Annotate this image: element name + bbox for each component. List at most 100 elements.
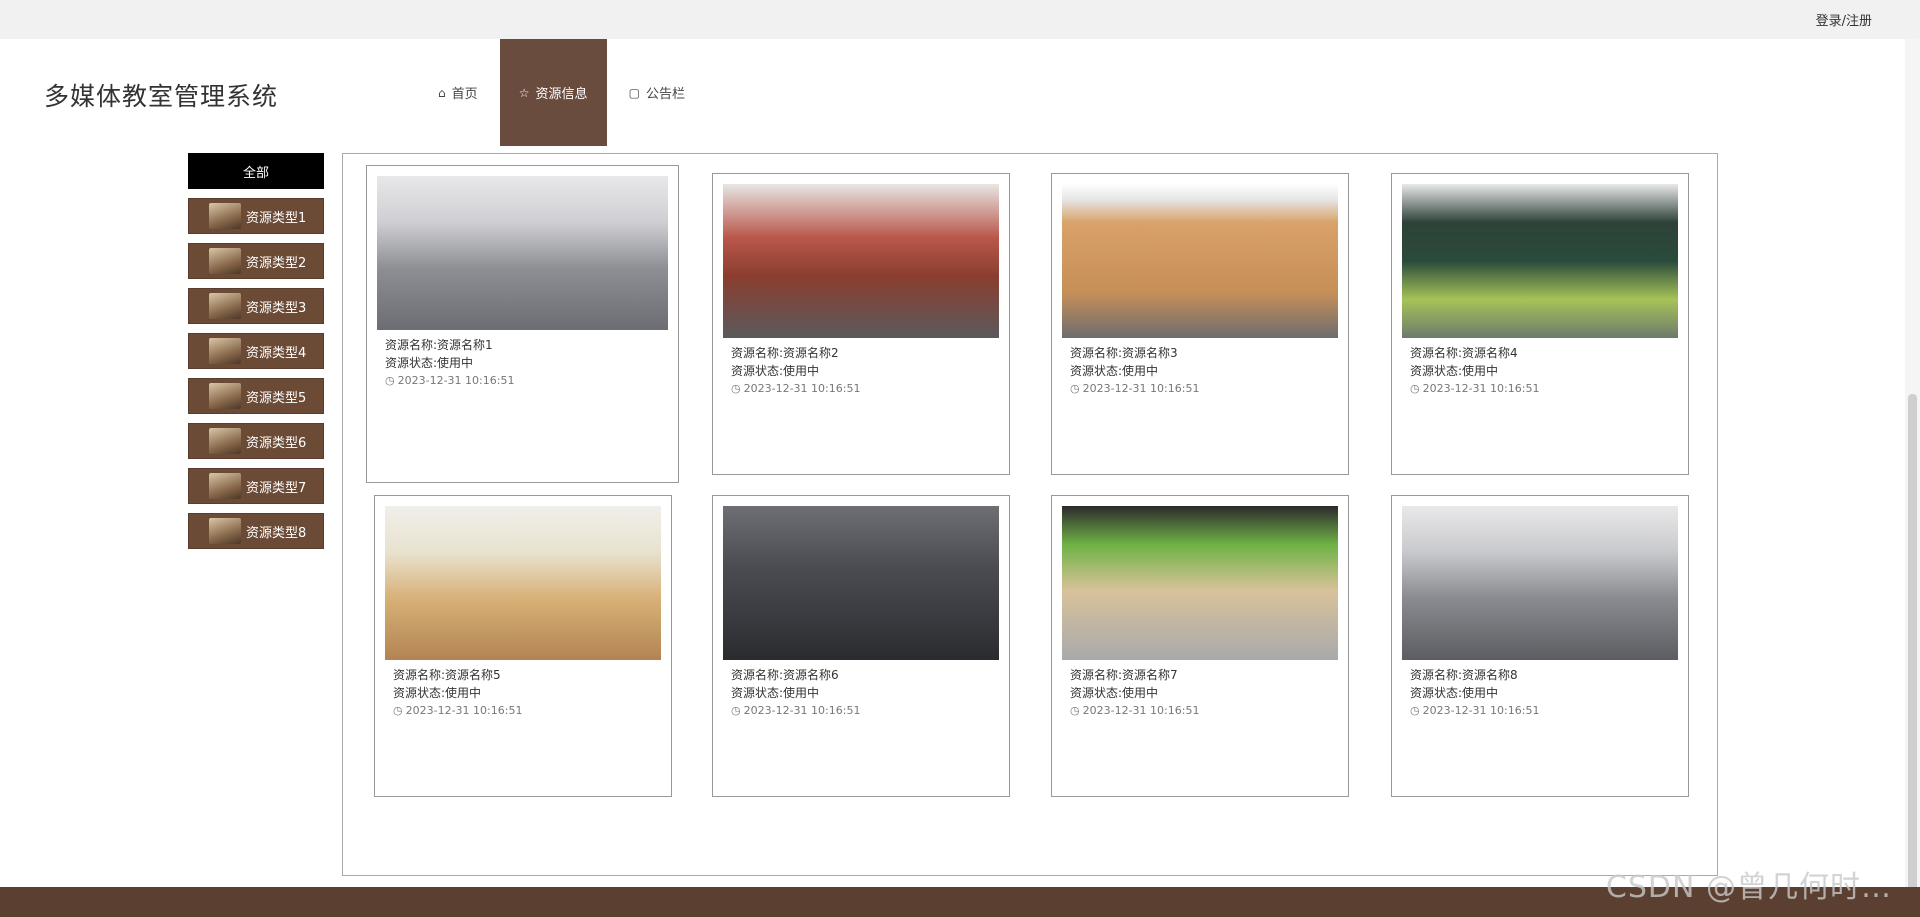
resource-image bbox=[1062, 506, 1338, 660]
resource-time: ◷ 2023-12-31 10:16:51 bbox=[385, 374, 514, 387]
clock-icon: ◷ bbox=[1070, 382, 1080, 395]
clock-icon: ◷ bbox=[1410, 382, 1420, 395]
main-nav: ⌂ 首页 ☆ 资源信息 ▢ 公告栏 bbox=[416, 39, 707, 146]
category-7[interactable]: 资源类型7 bbox=[188, 468, 324, 504]
category-label: 资源类型6 bbox=[246, 435, 307, 451]
category-4[interactable]: 资源类型4 bbox=[188, 333, 324, 369]
resource-card-1[interactable]: 资源名称:资源名称1 资源状态:使用中 ◷ 2023-12-31 10:16:51 bbox=[366, 165, 679, 483]
clock-icon: ◷ bbox=[731, 382, 741, 395]
resource-time: ◷ 2023-12-31 10:16:51 bbox=[1410, 382, 1539, 395]
category-label: 资源类型4 bbox=[246, 345, 307, 361]
resource-image bbox=[377, 176, 668, 330]
nav-home[interactable]: ⌂ 首页 bbox=[416, 39, 500, 146]
star-icon: ☆ bbox=[518, 85, 530, 100]
resource-image bbox=[1062, 184, 1338, 338]
category-1[interactable]: 资源类型1 bbox=[188, 198, 324, 234]
category-label: 资源类型7 bbox=[246, 480, 307, 496]
clock-icon: ◷ bbox=[1070, 704, 1080, 717]
clock-icon: ◷ bbox=[1410, 704, 1420, 717]
resource-card-3[interactable]: 资源名称:资源名称3 资源状态:使用中 ◷ 2023-12-31 10:16:51 bbox=[1051, 173, 1349, 475]
resource-image bbox=[1402, 184, 1678, 338]
resource-time: ◷ 2023-12-31 10:16:51 bbox=[1070, 704, 1199, 717]
resource-name: 资源名称:资源名称6 bbox=[731, 668, 839, 682]
nav-resources-label: 资源信息 bbox=[535, 87, 588, 102]
category-8[interactable]: 资源类型8 bbox=[188, 513, 324, 549]
resource-status: 资源状态:使用中 bbox=[1410, 364, 1499, 378]
category-thumbnail bbox=[209, 518, 241, 544]
category-label: 资源类型5 bbox=[246, 390, 307, 406]
clock-icon: ◷ bbox=[393, 704, 403, 717]
resource-name: 资源名称:资源名称8 bbox=[1410, 668, 1518, 682]
category-5[interactable]: 资源类型5 bbox=[188, 378, 324, 414]
nav-resources[interactable]: ☆ 资源信息 bbox=[499, 39, 607, 146]
resource-time-value: 2023-12-31 10:16:51 bbox=[743, 704, 861, 717]
home-icon: ⌂ bbox=[438, 85, 446, 100]
category-3[interactable]: 资源类型3 bbox=[188, 288, 324, 324]
resource-status: 资源状态:使用中 bbox=[1070, 364, 1159, 378]
category-label: 资源类型1 bbox=[246, 210, 307, 226]
page-scrollbar[interactable] bbox=[1905, 39, 1920, 894]
resource-name: 资源名称:资源名称7 bbox=[1070, 668, 1178, 682]
watermark: CSDN @曾几何时… bbox=[1605, 870, 1892, 905]
resource-image bbox=[1402, 506, 1678, 660]
category-2[interactable]: 资源类型2 bbox=[188, 243, 324, 279]
category-label: 资源类型2 bbox=[246, 255, 307, 271]
resource-time-value: 2023-12-31 10:16:51 bbox=[743, 382, 861, 395]
resource-name: 资源名称:资源名称4 bbox=[1410, 346, 1518, 360]
resource-card-5[interactable]: 资源名称:资源名称5 资源状态:使用中 ◷ 2023-12-31 10:16:51 bbox=[374, 495, 672, 797]
resource-image bbox=[723, 184, 999, 338]
resource-card-6[interactable]: 资源名称:资源名称6 资源状态:使用中 ◷ 2023-12-31 10:16:51 bbox=[712, 495, 1010, 797]
resource-status: 资源状态:使用中 bbox=[393, 686, 482, 700]
resource-time-value: 2023-12-31 10:16:51 bbox=[1422, 382, 1540, 395]
resource-card-8[interactable]: 资源名称:资源名称8 资源状态:使用中 ◷ 2023-12-31 10:16:51 bbox=[1391, 495, 1689, 797]
resource-status: 资源状态:使用中 bbox=[731, 686, 820, 700]
resource-status: 资源状态:使用中 bbox=[731, 364, 820, 378]
top-bar: 登录/注册 bbox=[0, 0, 1920, 39]
resource-status: 资源状态:使用中 bbox=[1070, 686, 1159, 700]
resource-image bbox=[723, 506, 999, 660]
resource-time-value: 2023-12-31 10:16:51 bbox=[1082, 704, 1200, 717]
category-thumbnail bbox=[209, 203, 241, 229]
category-thumbnail bbox=[209, 383, 241, 409]
category-thumbnail bbox=[209, 428, 241, 454]
header bbox=[0, 39, 1920, 146]
nav-notice-label: 公告栏 bbox=[645, 87, 685, 102]
category-label: 全部 bbox=[242, 165, 269, 181]
notice-icon: ▢ bbox=[628, 85, 640, 100]
resource-name: 资源名称:资源名称1 bbox=[385, 338, 493, 352]
resource-time: ◷ 2023-12-31 10:16:51 bbox=[1410, 704, 1539, 717]
resource-card-2[interactable]: 资源名称:资源名称2 资源状态:使用中 ◷ 2023-12-31 10:16:51 bbox=[712, 173, 1010, 475]
scrollbar-thumb[interactable] bbox=[1908, 394, 1917, 894]
clock-icon: ◷ bbox=[385, 374, 395, 387]
login-register-link[interactable]: 登录/注册 bbox=[1816, 10, 1872, 29]
resource-time-value: 2023-12-31 10:16:51 bbox=[397, 374, 515, 387]
category-label: 资源类型8 bbox=[246, 525, 307, 541]
resource-status: 资源状态:使用中 bbox=[385, 356, 474, 370]
category-thumbnail bbox=[209, 473, 241, 499]
category-all[interactable]: 全部 bbox=[188, 153, 324, 189]
resource-time-value: 2023-12-31 10:16:51 bbox=[1082, 382, 1200, 395]
category-6[interactable]: 资源类型6 bbox=[188, 423, 324, 459]
category-sidebar: 全部 资源类型1 资源类型2 资源类型3 资源类型4 资源类型5 资源类型6 资… bbox=[188, 153, 324, 558]
nav-notice[interactable]: ▢ 公告栏 bbox=[607, 39, 707, 146]
resource-card-4[interactable]: 资源名称:资源名称4 资源状态:使用中 ◷ 2023-12-31 10:16:51 bbox=[1391, 173, 1689, 475]
resource-time: ◷ 2023-12-31 10:16:51 bbox=[393, 704, 522, 717]
app-title: 多媒体教室管理系统 bbox=[44, 82, 279, 111]
resource-name: 资源名称:资源名称5 bbox=[393, 668, 501, 682]
category-thumbnail bbox=[209, 293, 241, 319]
resource-image bbox=[385, 506, 661, 660]
resource-time-value: 2023-12-31 10:16:51 bbox=[405, 704, 523, 717]
resource-grid: 资源名称:资源名称1 资源状态:使用中 ◷ 2023-12-31 10:16:51… bbox=[342, 153, 1718, 876]
resource-name: 资源名称:资源名称3 bbox=[1070, 346, 1178, 360]
resource-card-7[interactable]: 资源名称:资源名称7 资源状态:使用中 ◷ 2023-12-31 10:16:51 bbox=[1051, 495, 1349, 797]
category-thumbnail bbox=[209, 338, 241, 364]
nav-home-label: 首页 bbox=[451, 87, 478, 102]
resource-time: ◷ 2023-12-31 10:16:51 bbox=[1070, 382, 1199, 395]
resource-time-value: 2023-12-31 10:16:51 bbox=[1422, 704, 1540, 717]
clock-icon: ◷ bbox=[731, 704, 741, 717]
resource-name: 资源名称:资源名称2 bbox=[731, 346, 839, 360]
category-thumbnail bbox=[209, 248, 241, 274]
resource-time: ◷ 2023-12-31 10:16:51 bbox=[731, 704, 860, 717]
category-label: 资源类型3 bbox=[246, 300, 307, 316]
resource-time: ◷ 2023-12-31 10:16:51 bbox=[731, 382, 860, 395]
